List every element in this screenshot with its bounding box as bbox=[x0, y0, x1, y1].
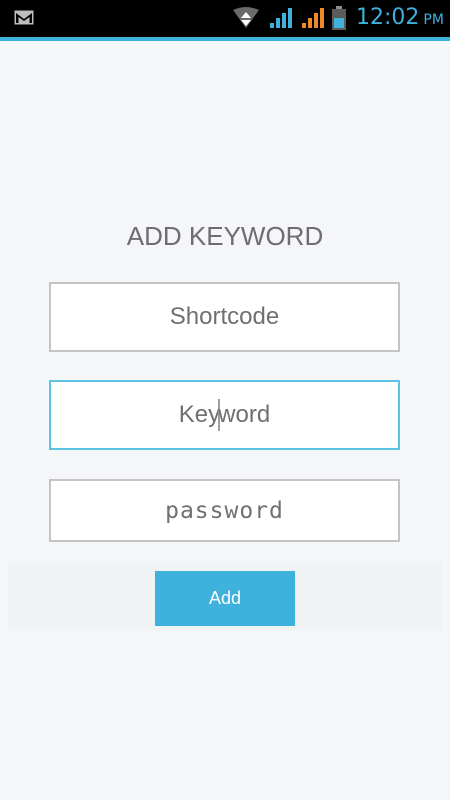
battery-icon bbox=[332, 6, 346, 30]
password-placeholder: password bbox=[165, 497, 284, 524]
status-clock: 12:02 PM bbox=[356, 4, 444, 34]
gmail-icon bbox=[14, 10, 34, 25]
page-title: ADD KEYWORD bbox=[126, 221, 324, 251]
status-bar: 12:02 PM bbox=[0, 0, 450, 37]
clock-time: 12:02 bbox=[356, 5, 420, 30]
add-button[interactable]: Add bbox=[155, 571, 295, 626]
action-bar-accent-line bbox=[0, 37, 450, 41]
data-transfer-icon bbox=[233, 7, 259, 28]
keyword-placeholder-end: word bbox=[218, 401, 271, 428]
shortcode-input[interactable]: Shortcode bbox=[49, 282, 400, 352]
keyword-input[interactable]: Key word bbox=[49, 380, 400, 450]
signal-icon bbox=[270, 8, 292, 28]
clock-ampm: PM bbox=[423, 12, 444, 28]
signal-icon bbox=[302, 8, 324, 28]
keyword-placeholder-start: Key bbox=[178, 401, 221, 428]
shortcode-placeholder: Shortcode bbox=[169, 303, 280, 330]
password-input[interactable]: password bbox=[49, 479, 400, 542]
